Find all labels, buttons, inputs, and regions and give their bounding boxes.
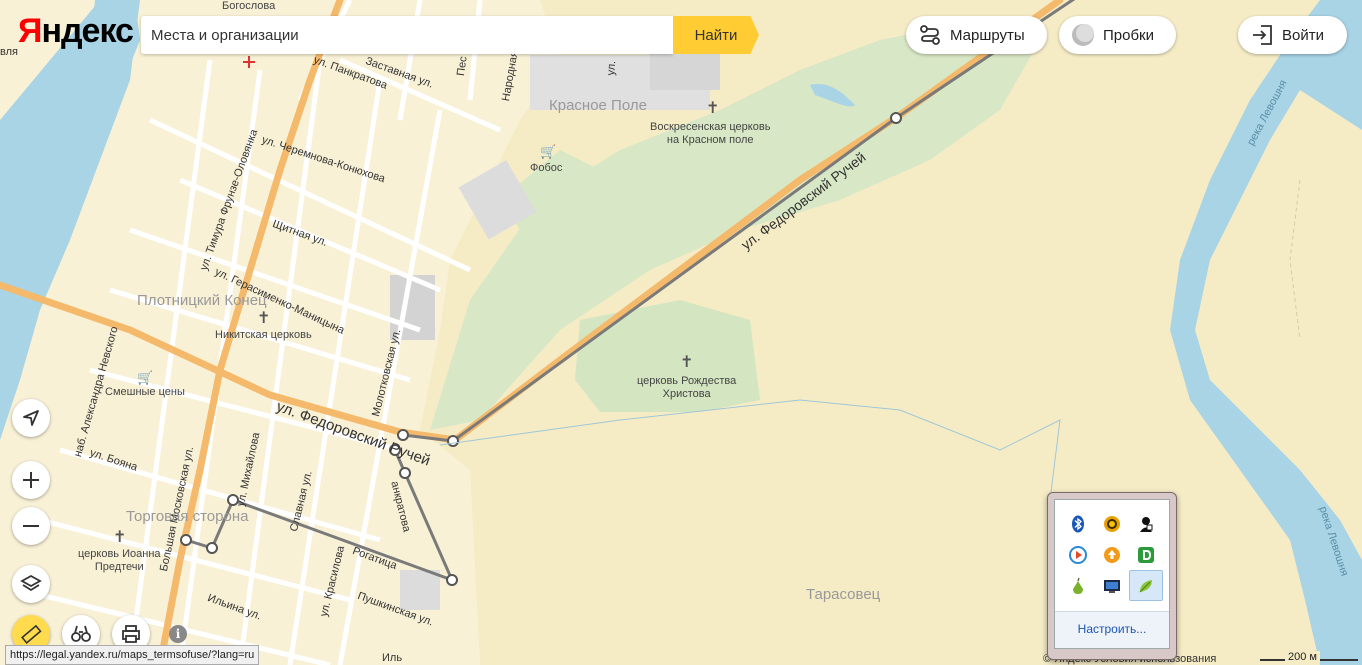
person-icon[interactable] <box>1129 508 1163 539</box>
district-label: Тарасовец <box>806 586 881 603</box>
bluetooth-icon[interactable] <box>1061 508 1095 539</box>
logo-first-letter: Я <box>18 12 42 50</box>
login-label: Войти <box>1282 26 1324 44</box>
cross-icon: ✝ <box>680 354 694 371</box>
street-label: Иль <box>382 652 403 664</box>
poi-ioanna[interactable]: церковь Иоанна Предтечи <box>78 548 161 574</box>
navigation-arrow-icon <box>23 410 39 426</box>
system-tray-popup: Настроить... <box>1047 492 1177 660</box>
zoom-out-button[interactable] <box>12 507 50 545</box>
cross-icon: ✝ <box>113 529 127 546</box>
plus-icon <box>23 472 39 488</box>
traffic-label: Пробки <box>1103 26 1154 44</box>
poi-rozhdestva[interactable]: церковь Рождества Христова <box>637 375 736 401</box>
leaf-icon[interactable] <box>1129 570 1163 601</box>
status-url: https://legal.yandex.ru/maps_termsofuse/… <box>5 645 260 665</box>
binoculars-icon <box>71 625 91 642</box>
minus-icon <box>23 525 39 527</box>
scale-bar: 200 м <box>1260 651 1360 665</box>
printer-icon <box>122 625 140 643</box>
shop-icon: 🛒 <box>540 144 557 159</box>
poi-voskresenskaya[interactable]: Воскресенская церковь на Красном поле <box>650 121 770 147</box>
route-icon <box>918 23 942 47</box>
cross-icon: ✝ <box>257 310 271 327</box>
cross-icon: ✝ <box>706 100 720 117</box>
routes-button[interactable]: Маршруты <box>906 16 1047 54</box>
street-label: вля <box>0 46 18 58</box>
traffic-button[interactable]: Пробки <box>1059 16 1176 54</box>
upload-icon[interactable] <box>1095 539 1129 570</box>
target-icon[interactable] <box>1095 508 1129 539</box>
media-player-icon[interactable] <box>1061 539 1095 570</box>
shop-icon: 🛒 <box>137 370 154 385</box>
district-label: Торговая сторона <box>126 508 249 525</box>
login-button[interactable]: Войти <box>1238 16 1347 54</box>
routes-label: Маршруты <box>950 26 1025 44</box>
layers-icon <box>20 574 42 592</box>
monitor-icon[interactable] <box>1095 570 1129 601</box>
logo-rest: ндекс <box>41 12 134 50</box>
d-icon[interactable] <box>1129 539 1163 570</box>
poi-smeshnye-tseny[interactable]: Смешные цены <box>105 386 185 399</box>
pear-icon[interactable] <box>1061 570 1095 601</box>
layers-button[interactable] <box>12 565 50 603</box>
scale-label: 200 м <box>1285 651 1320 663</box>
street-label: ул. <box>605 60 619 77</box>
poi-nikitskaya[interactable]: Никитская церковь <box>215 329 312 342</box>
district-label: Красное Поле <box>549 97 647 114</box>
find-button[interactable]: Найти <box>673 16 759 54</box>
customize-link[interactable]: Настроить... <box>1055 612 1169 648</box>
info-icon[interactable]: i <box>169 625 187 643</box>
search-input[interactable] <box>141 16 673 54</box>
ruler-icon <box>21 624 42 644</box>
login-icon <box>1250 23 1274 47</box>
yandex-logo[interactable]: Яндекс <box>18 12 134 51</box>
zoom-in-button[interactable] <box>12 461 50 499</box>
traffic-icon <box>1071 23 1095 47</box>
district-label: Плотницкий Конец <box>137 292 267 309</box>
poi-fobos[interactable]: Фобос <box>530 162 562 175</box>
poi-bogoslova: Богослова <box>222 0 276 12</box>
geolocation-button[interactable] <box>12 399 50 437</box>
